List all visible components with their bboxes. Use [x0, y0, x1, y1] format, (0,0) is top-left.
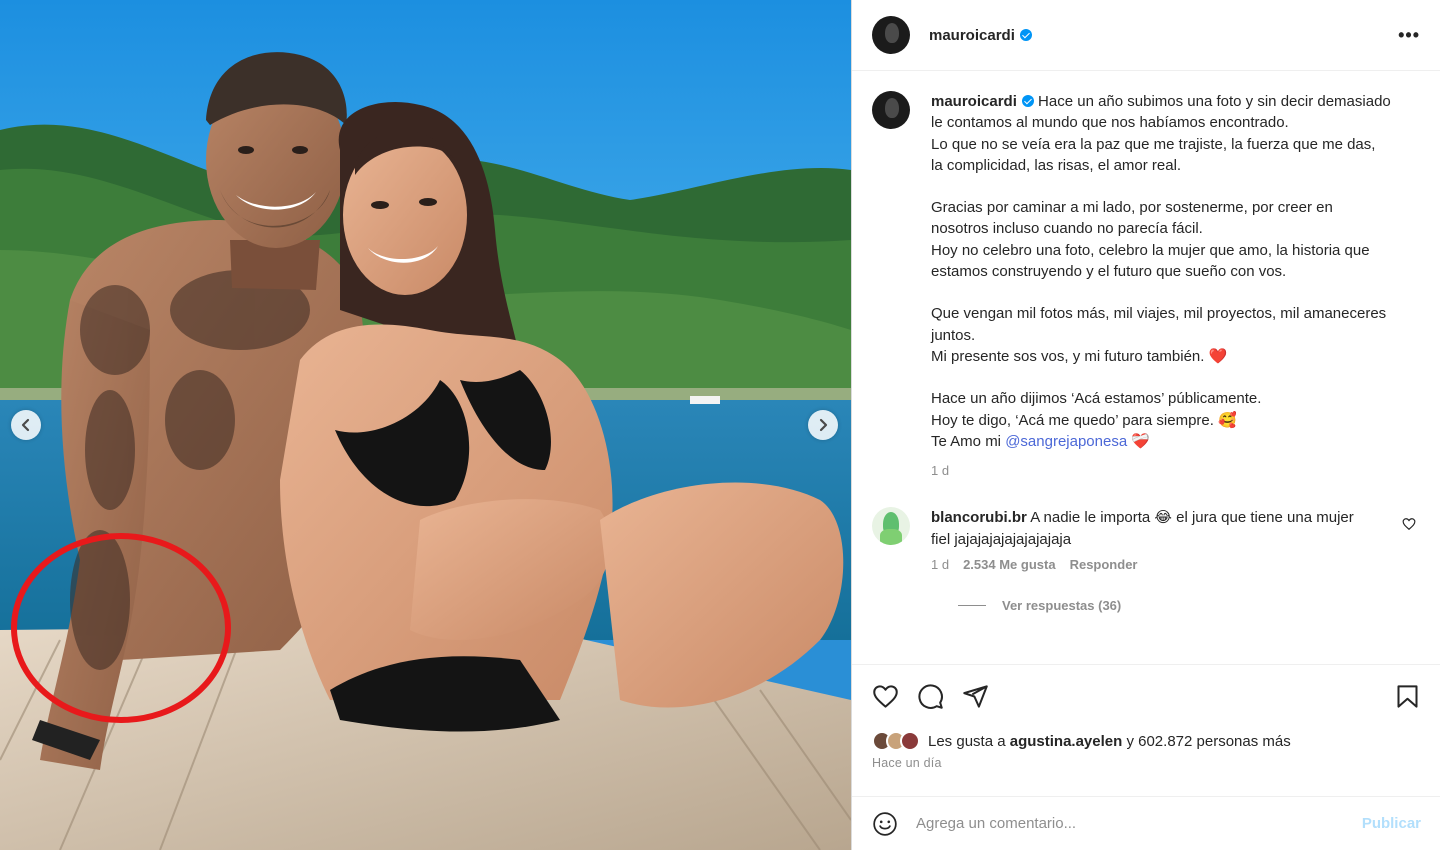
comment-meta: 1 d 2.534 Me gusta Responder: [931, 557, 1361, 572]
caption-timestamp[interactable]: 1 d: [931, 460, 1391, 481]
post-content: mauroicardi Hace un año subimos una foto…: [852, 71, 1440, 613]
caption-line: Hace un año dijimos ‘Acá estamos’ públic…: [931, 390, 1262, 408]
caption-line: Gracias por caminar a mi lado, por soste…: [931, 199, 1333, 238]
chevron-right-icon: [819, 418, 828, 432]
post-media[interactable]: [0, 0, 851, 850]
caption-text: mauroicardi Hace un año subimos una foto…: [931, 91, 1391, 481]
commenter-avatar[interactable]: [872, 507, 910, 546]
carousel-prev-button[interactable]: [11, 410, 41, 440]
liker-avatar: [900, 731, 920, 751]
caption: mauroicardi Hace un año subimos una foto…: [872, 91, 1420, 481]
caption-line: Lo que no se veía era la paz que me traj…: [931, 135, 1376, 174]
caption-line: Hoy no celebro una foto, celebro la muje…: [931, 241, 1370, 281]
caption-line: Te Amo mi: [931, 432, 1002, 450]
save-bookmark-icon[interactable]: [1394, 683, 1421, 710]
author-username[interactable]: mauroicardi: [929, 27, 1032, 44]
liker-avatars[interactable]: [872, 731, 920, 751]
comment-item: blancorubi.br A nadie le importa 😂 el ju…: [872, 507, 1420, 572]
mention-link[interactable]: @sangrejaponesa: [1005, 433, 1127, 450]
caption-author-avatar[interactable]: [872, 91, 910, 129]
caption-line: Hoy te digo, ‘Acá me quedo’ para siempre…: [931, 411, 1237, 429]
liker-username[interactable]: agustina.ayelen: [1010, 733, 1123, 750]
mended-heart-emoji: ❤️‍🩹: [1131, 432, 1151, 450]
publish-button[interactable]: Publicar: [1362, 815, 1421, 832]
chevron-left-icon: [21, 418, 30, 432]
author-avatar[interactable]: [872, 16, 910, 54]
verified-badge-icon: [1021, 95, 1034, 107]
replies-divider: [958, 605, 986, 607]
emoji-icon[interactable]: [872, 811, 898, 837]
comment-input[interactable]: [916, 815, 1362, 832]
view-replies-label: Ver respuestas (36): [1002, 598, 1122, 614]
caption-username[interactable]: mauroicardi: [931, 93, 1034, 110]
comment-composer: Publicar: [852, 796, 1440, 850]
more-options-icon[interactable]: •••: [1398, 25, 1420, 46]
caption-line: Mi presente sos vos, y mi futuro también…: [931, 347, 1228, 365]
carousel-next-button[interactable]: [808, 410, 838, 440]
reply-button[interactable]: Responder: [1070, 557, 1138, 572]
share-send-icon[interactable]: [962, 683, 989, 710]
commenter-username[interactable]: blancorubi.br: [931, 509, 1027, 526]
view-replies-button[interactable]: Ver respuestas (36): [958, 598, 1420, 613]
post-header: mauroicardi •••: [852, 0, 1440, 71]
likes-prefix: Les gusta a: [928, 732, 1006, 750]
like-heart-icon[interactable]: [872, 683, 899, 710]
comment-likes-count[interactable]: 2.534 Me gusta: [963, 557, 1056, 572]
post-date[interactable]: Hace un día: [872, 756, 1421, 770]
post-actions: Les gusta a agustina.ayelen y 602.872 pe…: [852, 664, 1440, 770]
caption-line: Que vengan mil fotos más, mil viajes, mi…: [931, 305, 1387, 344]
post-photo: [0, 0, 851, 850]
likes-summary: Les gusta a agustina.ayelen y 602.872 pe…: [872, 731, 1421, 751]
comment-timestamp[interactable]: 1 d: [931, 557, 949, 572]
comment-bubble-icon[interactable]: [917, 683, 944, 710]
post-sidebar: mauroicardi ••• mauroicardi Hace un año …: [851, 0, 1440, 850]
verified-badge-icon: [1019, 28, 1032, 41]
comment-like-icon[interactable]: [1402, 517, 1416, 531]
likes-count[interactable]: y 602.872 personas más: [1126, 733, 1290, 750]
comment-text: blancorubi.br A nadie le importa 😂 el ju…: [931, 507, 1361, 551]
